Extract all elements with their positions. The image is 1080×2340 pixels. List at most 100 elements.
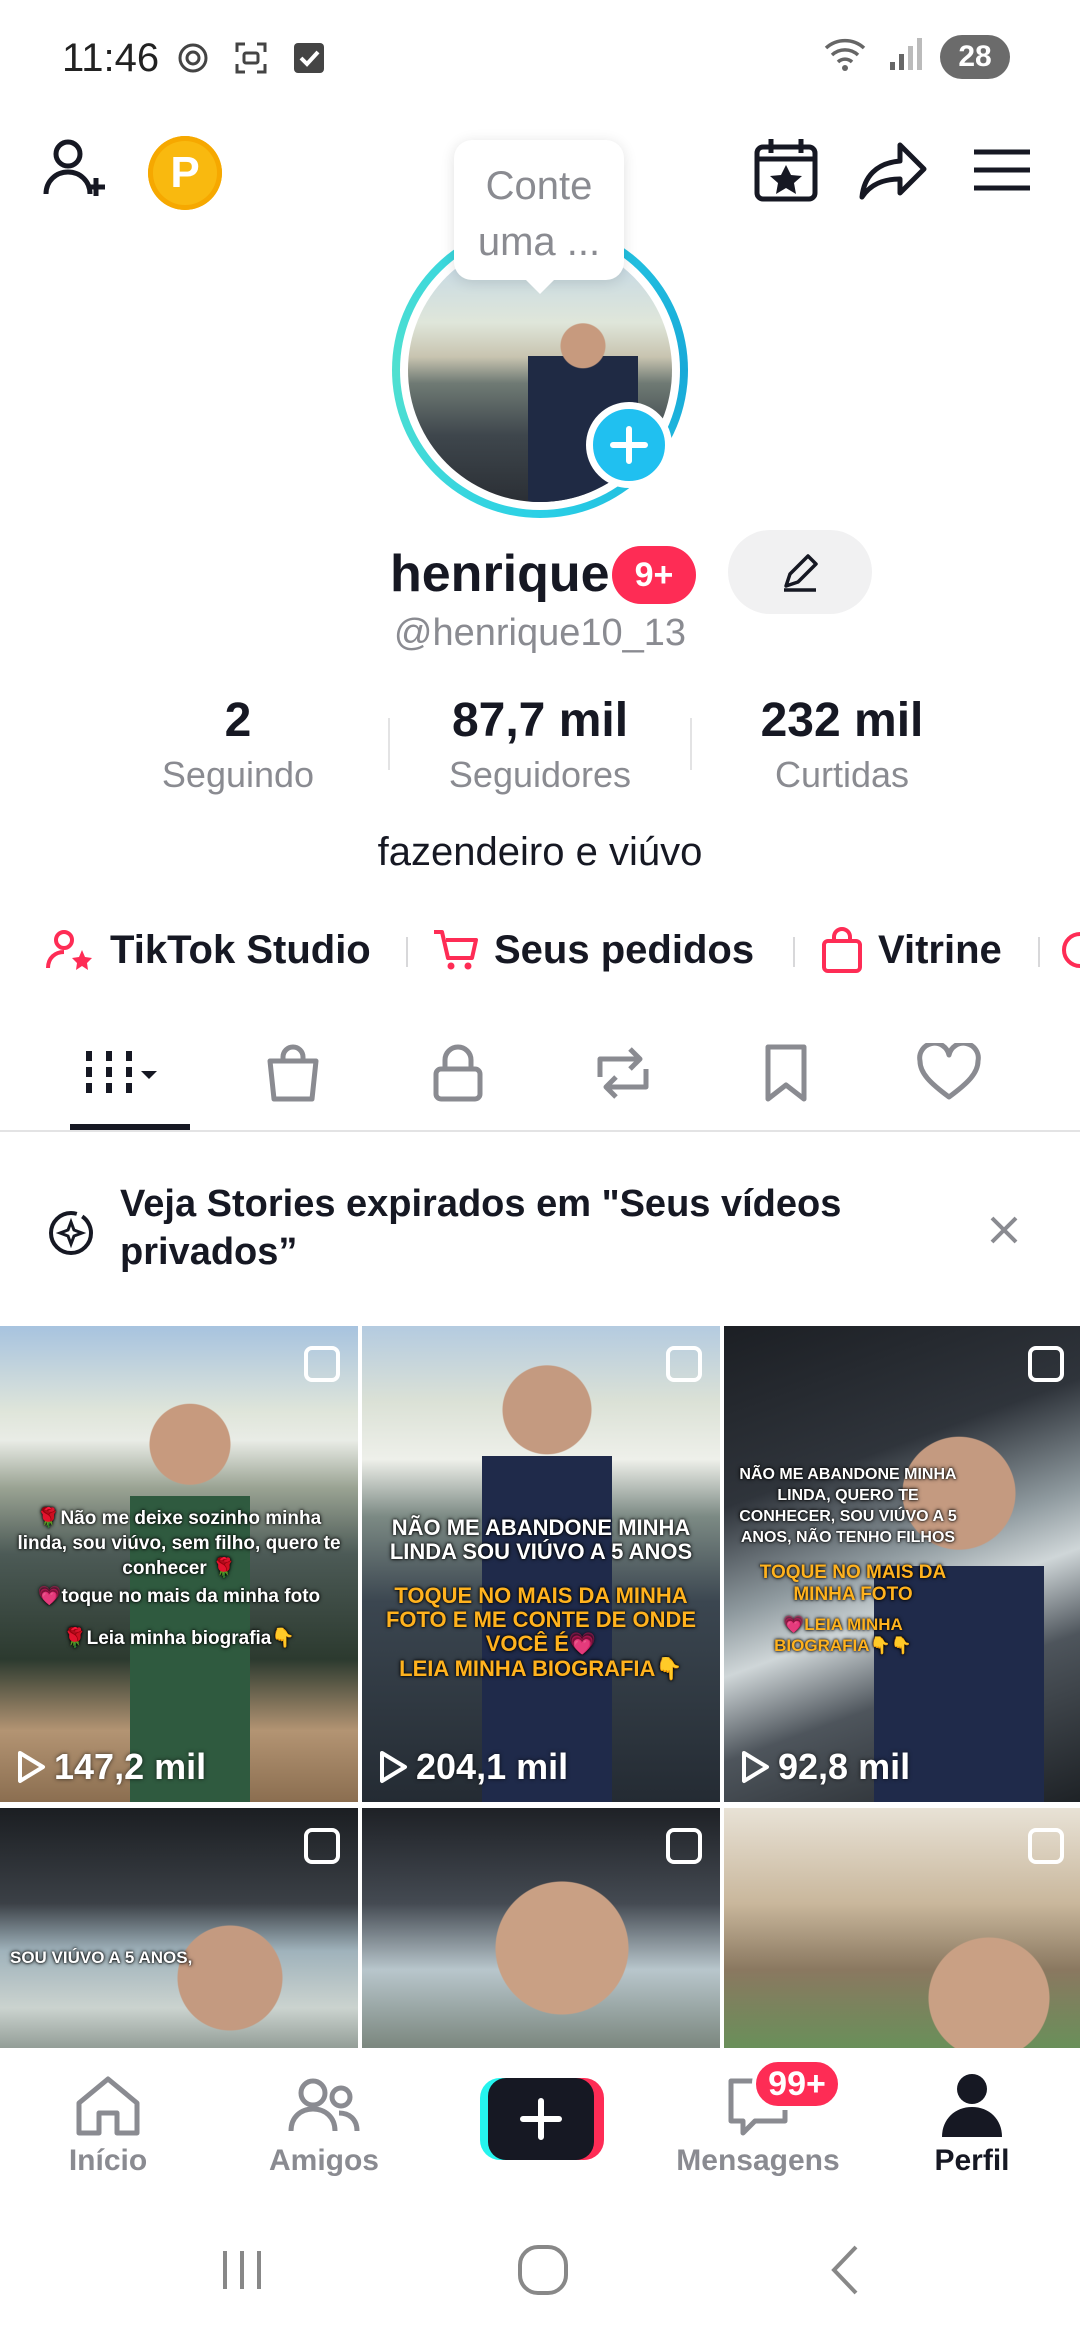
video-thumbnail[interactable]: NÃO ME ABANDONE MINHA LINDA, QUERO TE CO…	[724, 1326, 1080, 1802]
link-label: Vitrine	[878, 927, 1002, 972]
nav-home[interactable]: Início	[8, 2068, 208, 2178]
openai-icon	[175, 40, 211, 76]
add-story-button[interactable]	[586, 402, 672, 488]
profile-icon	[942, 2074, 1002, 2137]
video-thumbnail[interactable]: NÃO ME ABANDONE MINHA LINDA SOU VIÚVO A …	[362, 1326, 720, 1802]
person-star-icon	[46, 930, 92, 970]
home-system-button[interactable]	[503, 2238, 583, 2302]
calendar-star-icon	[754, 139, 818, 202]
back-button[interactable]	[806, 2238, 886, 2302]
shopping-bag-icon	[267, 1044, 319, 1102]
nav-friends[interactable]: Amigos	[224, 2068, 424, 2178]
link-seus-pedidos[interactable]: Seus pedidos	[432, 915, 754, 985]
video-caption: 💗LEIA MINHA BIOGRAFIA👇👇	[774, 1615, 912, 1655]
plus-icon	[520, 2098, 562, 2140]
multi-image-icon	[304, 1828, 340, 1864]
stat-following[interactable]: 2 Seguindo	[88, 690, 388, 798]
menu-button[interactable]	[962, 130, 1042, 210]
name-notification-badge[interactable]: 9+	[612, 546, 696, 604]
stats-row: 2 Seguindo 87,7 mil Seguidores 232 mil C…	[0, 690, 1080, 800]
stat-value: 2	[224, 694, 252, 747]
person-figure	[904, 1898, 1074, 2048]
name-row: henrique 9+	[0, 530, 1080, 620]
close-banner-button[interactable]	[988, 1214, 1020, 1251]
video-grid: 🌹Não me deixe sozinho minha linda, sou v…	[0, 1326, 1080, 2048]
video-caption: 🌹Não me deixe sozinho minha linda, sou v…	[17, 1508, 341, 1579]
stat-likes[interactable]: 232 mil Curtidas	[692, 690, 992, 798]
recents-icon	[223, 2251, 261, 2289]
bottom-nav: Início Amigos Mensagens 99+ Perfil	[0, 2048, 1080, 2198]
person-figure	[482, 1346, 612, 1802]
play-icon	[742, 1751, 769, 1783]
status-right: 28	[822, 34, 1010, 79]
play-icon	[18, 1751, 45, 1783]
shopping-bag-icon	[822, 927, 862, 973]
tab-videos[interactable]	[76, 1038, 186, 1108]
home-circle-icon	[518, 2245, 568, 2295]
add-friend-button[interactable]	[36, 130, 116, 210]
nav-label: Início	[68, 2144, 148, 2177]
stat-value: 232 mil	[760, 694, 924, 747]
profile-name: henrique	[390, 545, 610, 603]
view-count: 92,8 mil	[740, 1746, 910, 1788]
view-count-label: 92,8 mil	[778, 1746, 911, 1787]
content-tabs	[0, 1020, 1080, 1132]
link-label: Seus pedidos	[494, 927, 755, 972]
video-caption: NÃO ME ABANDONE MINHA LINDA SOU VIÚVO A …	[389, 1515, 693, 1564]
check-box-icon	[291, 40, 327, 76]
home-icon	[76, 2076, 140, 2136]
link-label: TikTok Studio	[110, 927, 371, 972]
link-more[interactable]	[1060, 915, 1080, 985]
tab-liked[interactable]	[894, 1038, 1004, 1108]
status-bar: 11:46 28	[0, 0, 1080, 120]
system-nav-bar	[0, 2198, 1080, 2340]
divider	[793, 937, 795, 967]
video-thumbnail[interactable]: SOU VIÚVO A 5 ANOS,	[0, 1808, 358, 2048]
cart-icon	[434, 930, 478, 970]
video-grid-icon	[86, 1051, 157, 1095]
video-thumbnail[interactable]	[724, 1808, 1080, 2048]
banner-text: Veja Stories expirados em "Seus vídeos p…	[120, 1183, 842, 1273]
person-figure	[472, 1848, 652, 2048]
multi-image-icon	[304, 1346, 340, 1382]
video-caption: LEIA MINHA BIOGRAFIA👇	[399, 1656, 683, 1681]
video-caption: NÃO ME ABANDONE MINHA LINDA, QUERO TE CO…	[739, 1466, 957, 1546]
bookmark-icon	[765, 1044, 807, 1102]
stat-label: Curtidas	[774, 754, 910, 795]
tab-favorites[interactable]	[731, 1038, 841, 1108]
status-time: 11:46	[62, 36, 160, 80]
add-person-icon	[43, 139, 105, 196]
video-caption: 💗toque no mais da minha foto	[37, 1586, 321, 1607]
friends-icon	[288, 2078, 360, 2132]
calendar-star-button[interactable]	[746, 130, 826, 210]
active-tab-indicator	[70, 1124, 190, 1130]
tab-private[interactable]	[403, 1038, 513, 1108]
tab-reposts[interactable]	[568, 1038, 678, 1108]
tab-shop[interactable]	[238, 1038, 348, 1108]
video-caption: SOU VIÚVO A 5 ANOS,	[10, 1948, 193, 1967]
view-count: 147,2 mil	[16, 1746, 206, 1788]
pencil-icon	[784, 554, 818, 592]
video-thumbnail[interactable]: 🌹Não me deixe sozinho minha linda, sou v…	[0, 1326, 358, 1802]
stat-label: Seguindo	[161, 754, 315, 795]
stat-value: 87,7 mil	[451, 694, 629, 747]
close-icon	[990, 1216, 1018, 1244]
stat-followers[interactable]: 87,7 mil Seguidores	[390, 690, 690, 798]
recents-button[interactable]	[202, 2238, 282, 2302]
link-tiktok-studio[interactable]: TikTok Studio	[46, 915, 371, 985]
repost-icon	[597, 1047, 649, 1099]
note-tooltip[interactable]: Conte uma ...	[454, 140, 624, 294]
share-button[interactable]	[854, 130, 934, 210]
profile-links: TikTok Studio Seus pedidos Vitrine	[0, 915, 1080, 985]
expired-stories-banner[interactable]: Veja Stories expirados em "Seus vídeos p…	[0, 1134, 1080, 1326]
stat-label: Seguidores	[448, 754, 632, 795]
multi-image-icon	[666, 1346, 702, 1382]
edit-profile-button[interactable]	[728, 530, 872, 614]
nav-profile[interactable]: Perfil	[872, 2068, 1072, 2178]
more-link-icon	[1062, 932, 1080, 968]
create-button[interactable]	[480, 2078, 604, 2160]
link-vitrine[interactable]: Vitrine	[820, 915, 1002, 985]
messages-badge: 99+	[752, 2058, 842, 2110]
video-thumbnail[interactable]	[362, 1808, 720, 2048]
coin-icon[interactable]: P	[148, 136, 222, 210]
